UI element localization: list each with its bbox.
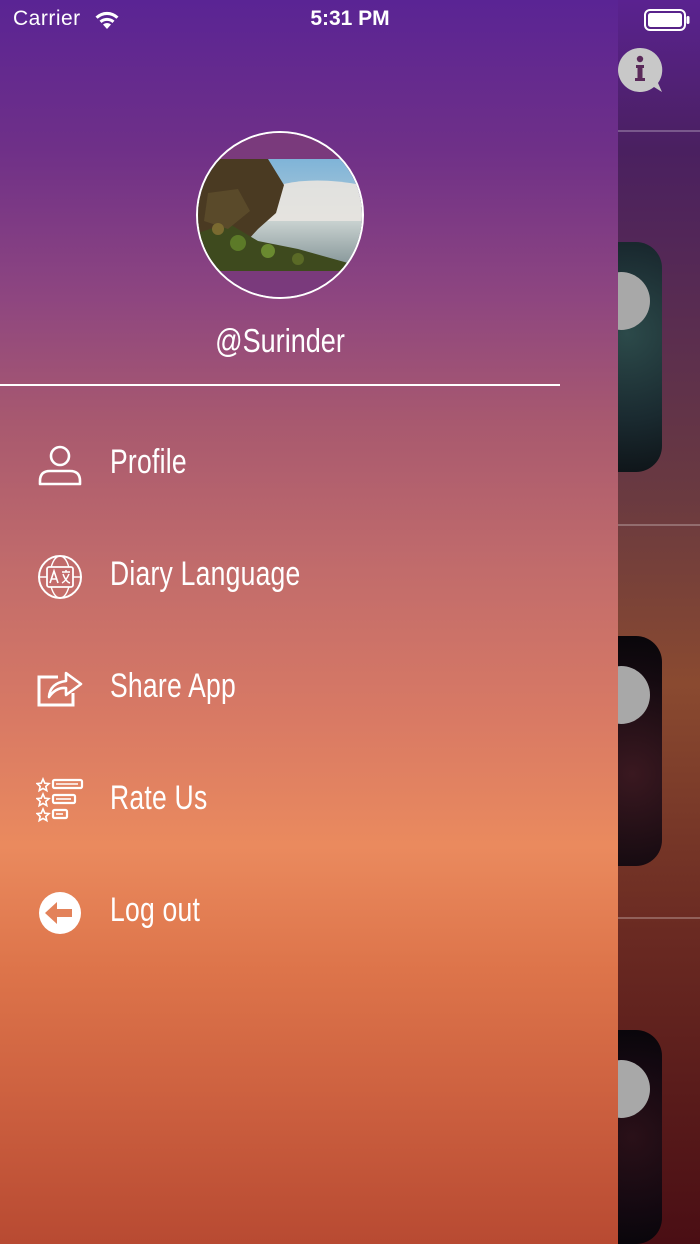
underlay-entry-card[interactable] [612, 636, 662, 866]
menu-item-label: Profile [110, 443, 187, 481]
status-bar: Carrier 5:31 PM [0, 0, 700, 40]
logout-arrow-icon [36, 889, 84, 937]
battery-icon [644, 9, 690, 31]
menu-item-rate-us[interactable]: Rate Us [0, 760, 560, 840]
menu-item-log-out[interactable]: Log out [0, 872, 560, 952]
avatar[interactable] [196, 131, 364, 299]
status-time: 5:31 PM [310, 7, 390, 30]
profile-username: @Surinder [215, 322, 345, 359]
underlay-entry-card[interactable] [612, 1030, 662, 1244]
menu-item-label: Share App [110, 667, 236, 705]
side-menu-drawer: @Surinder Profile Diary Language Share A… [0, 0, 618, 1244]
info-icon[interactable] [616, 46, 664, 94]
menu-item-label: Diary Language [110, 555, 301, 593]
share-icon [36, 665, 84, 713]
menu-item-label: Log out [110, 891, 201, 929]
underlay-entry-card[interactable] [612, 242, 662, 472]
underlay-divider [618, 917, 700, 919]
menu-item-share-app[interactable]: Share App [0, 648, 560, 728]
underlay-divider [618, 130, 700, 132]
translate-globe-icon [36, 553, 84, 601]
rate-stars-icon [35, 776, 84, 825]
menu-item-diary-language[interactable]: Diary Language [0, 536, 560, 616]
person-icon [36, 441, 84, 489]
header-divider [0, 384, 560, 386]
menu-item-label: Rate Us [110, 779, 208, 817]
menu-item-profile[interactable]: Profile [0, 424, 560, 504]
underlay-divider [618, 524, 700, 526]
